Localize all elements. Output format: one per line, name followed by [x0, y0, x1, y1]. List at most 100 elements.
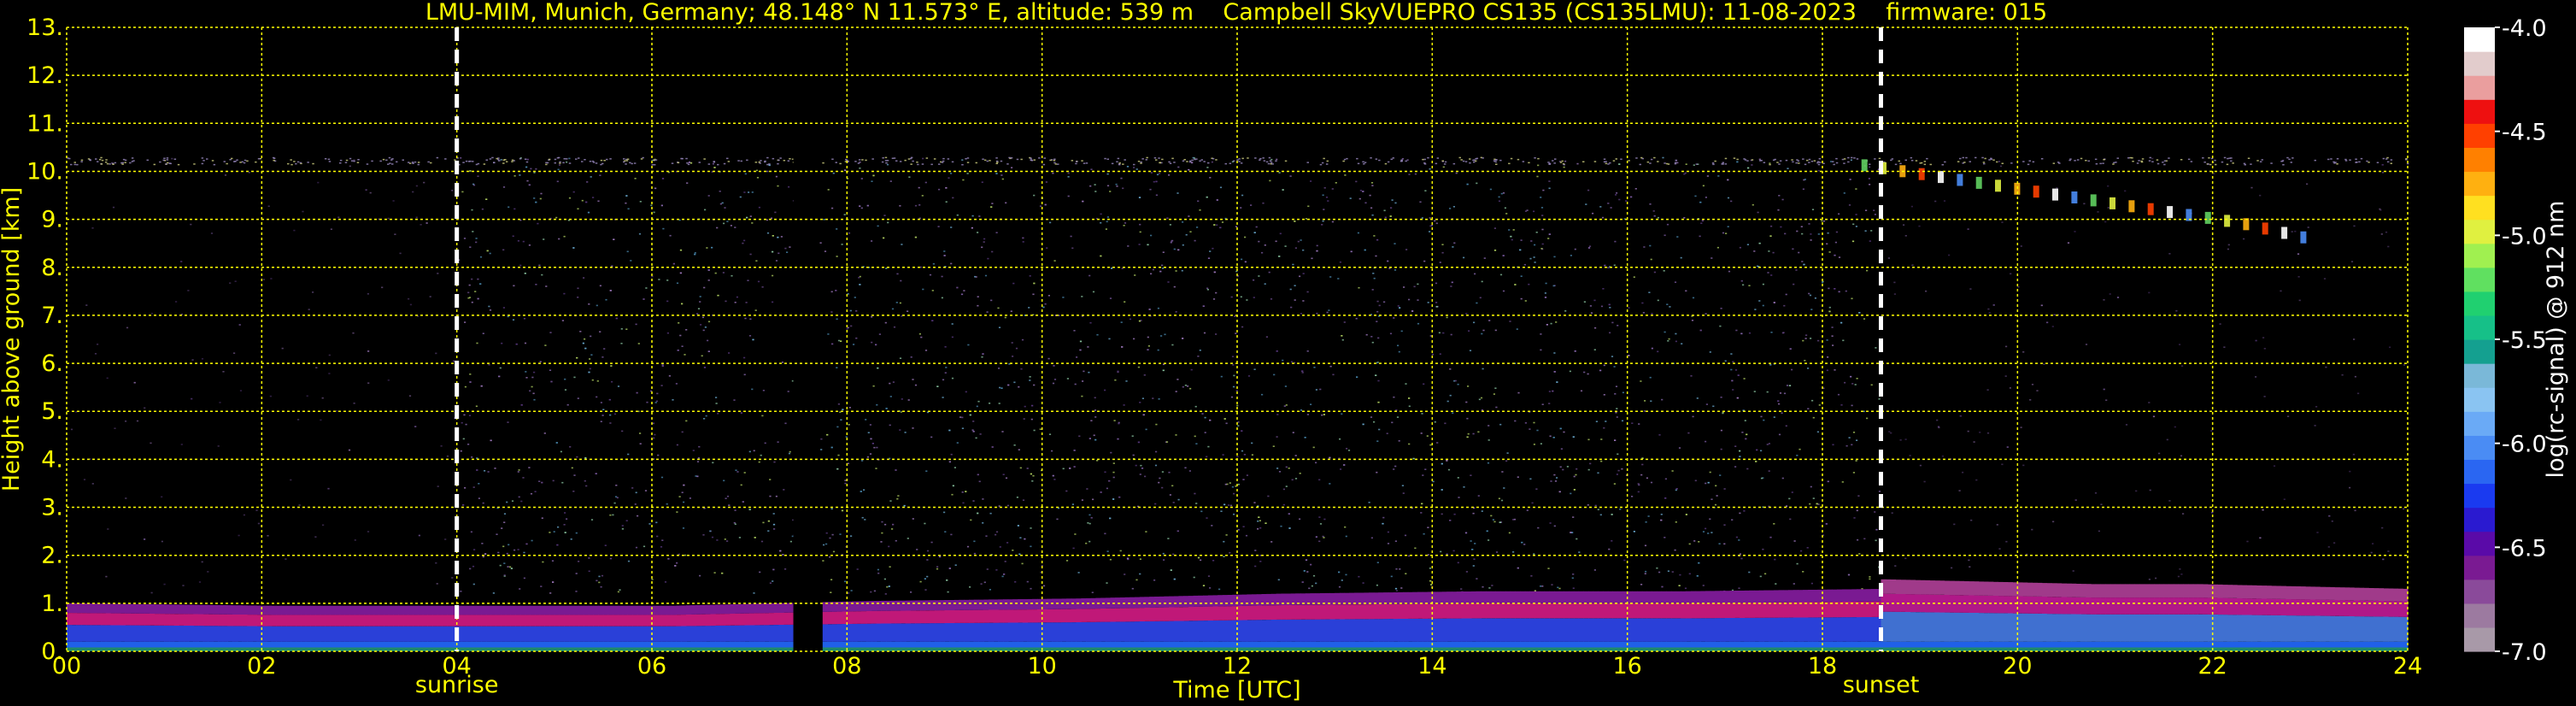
noise-speck: [476, 469, 478, 471]
noise-speck: [829, 556, 831, 558]
noise-speck: [1373, 235, 1376, 237]
noise-speck: [1258, 275, 1260, 277]
noise-speck: [866, 204, 869, 207]
noise-speck: [1874, 214, 1876, 215]
noise-speck: [418, 534, 420, 537]
noise-speck: [1739, 456, 1741, 457]
noise-speck: [1453, 513, 1456, 515]
noise-speck: [930, 436, 933, 438]
noise-speck: [435, 562, 437, 564]
noise-speck: [886, 585, 889, 588]
top-edge-speck: [328, 161, 332, 162]
noise-speck: [1517, 567, 1519, 569]
top-edge-speck: [1122, 163, 1124, 165]
noise-speck: [75, 411, 78, 413]
layer-band: [1173, 641, 1179, 648]
noise-speck: [1818, 404, 1821, 406]
noise-speck: [1621, 420, 1624, 422]
top-edge-speck: [787, 160, 790, 162]
layer-band: [301, 641, 307, 648]
noise-speck: [175, 301, 178, 303]
noise-speck: [1727, 179, 1729, 181]
top-edge-speck: [287, 162, 290, 165]
noise-speck: [1237, 425, 1240, 427]
top-edge-speck: [153, 163, 155, 166]
noise-speck: [1699, 235, 1701, 238]
layer-band: [466, 641, 472, 648]
noise-speck: [1429, 444, 1432, 446]
noise-speck: [1587, 189, 1590, 191]
noise-speck: [872, 174, 875, 177]
noise-speck: [1770, 225, 1773, 227]
noise-speck: [1139, 223, 1141, 226]
layer-band: [701, 641, 707, 648]
layer-band: [749, 603, 755, 614]
noise-speck: [539, 361, 542, 362]
noise-speck: [1398, 440, 1400, 442]
layer-band: [788, 624, 794, 642]
top-edge-speck: [1195, 158, 1198, 160]
noise-speck: [1772, 251, 1775, 254]
noise-speck: [1341, 335, 1343, 337]
top-edge-speck: [1171, 157, 1174, 160]
noise-speck: [723, 479, 725, 482]
noise-speck: [835, 290, 837, 291]
noise-speck: [657, 454, 660, 456]
top-edge-speck: [1894, 163, 1898, 166]
top-edge-speck: [233, 161, 236, 162]
noise-speck: [469, 170, 472, 172]
top-edge-speck: [2010, 162, 2013, 164]
noise-speck: [1219, 227, 1222, 229]
layer-band: [466, 626, 472, 642]
layer-band: [901, 641, 907, 648]
top-edge-speck: [2022, 161, 2025, 162]
layer-band: [959, 622, 965, 642]
noise-speck: [768, 164, 771, 167]
noise-speck: [1285, 466, 1288, 468]
noise-speck: [502, 249, 505, 251]
top-edge-speck: [2256, 160, 2259, 162]
layer-band: [154, 641, 160, 648]
noise-speck: [475, 241, 478, 244]
top-edge-speck: [625, 163, 627, 165]
layer-band: [496, 605, 502, 615]
layer-band: [1012, 641, 1018, 648]
noise-speck: [844, 479, 847, 481]
layer-band: [1212, 606, 1218, 621]
layer-band: [676, 605, 682, 615]
noise-speck: [1440, 550, 1442, 553]
layer-band: [519, 605, 526, 615]
top-edge-speck: [2057, 162, 2060, 163]
noise-speck: [1312, 574, 1316, 577]
noise-speck: [1709, 518, 1711, 521]
noise-speck: [1070, 235, 1072, 238]
noise-speck: [501, 342, 503, 344]
noise-speck: [1021, 562, 1024, 565]
noise-speck: [1376, 300, 1379, 303]
layer-band: [105, 603, 111, 614]
noise-speck: [866, 456, 869, 458]
noise-speck: [2001, 221, 2004, 223]
noise-speck: [1394, 243, 1396, 244]
noise-speck: [650, 204, 653, 207]
noise-speck: [423, 181, 425, 184]
layer-band: [1130, 621, 1135, 642]
noise-speck: [1201, 413, 1204, 415]
noise-speck: [513, 175, 516, 177]
layer-band: [237, 626, 243, 642]
noise-speck: [884, 321, 887, 324]
layer-band: [559, 605, 565, 615]
noise-speck: [535, 284, 537, 285]
layer-band: [76, 613, 82, 626]
noise-speck: [1049, 221, 1052, 224]
layer-band: [569, 641, 575, 648]
top-edge-speck: [1547, 162, 1550, 163]
layer-band: [1256, 641, 1262, 648]
noise-speck: [471, 209, 473, 211]
layer-band: [773, 625, 779, 642]
top-edge-speck: [1537, 157, 1540, 160]
layer-band: [827, 611, 833, 625]
noise-speck: [747, 279, 749, 281]
noise-speck: [711, 246, 713, 249]
layer-band: [1018, 622, 1024, 642]
